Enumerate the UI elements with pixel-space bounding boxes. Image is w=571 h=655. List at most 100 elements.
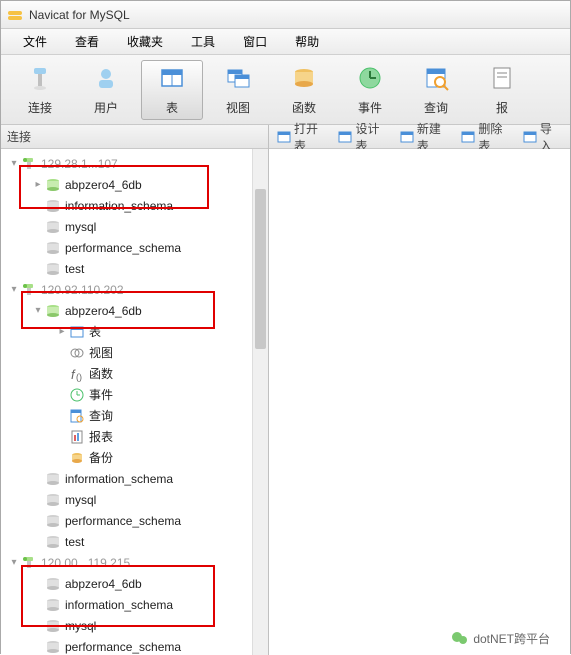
connection-icon [26, 64, 54, 95]
tree-node[interactable]: 查询 [3, 405, 268, 426]
db-green-icon [45, 177, 61, 193]
db-grey-icon [45, 576, 61, 592]
app-icon [7, 7, 23, 23]
tree-label: mysql [65, 493, 96, 507]
tree-node[interactable]: ▸ abpzero4_6db [3, 174, 268, 195]
window-title: Navicat for MySQL [29, 8, 130, 22]
tree-label: 报表 [89, 428, 113, 445]
db-grey-icon [45, 639, 61, 655]
db-grey-icon [45, 240, 61, 256]
toolbar-view-button[interactable]: 视图 [207, 60, 269, 120]
event-icon [356, 64, 384, 95]
tree-panel: ▾ 129.28.1...107 ▸ abpzero4_6db information_… [1, 149, 268, 655]
main-area [269, 149, 570, 655]
tree-label: abpzero4_6db [65, 577, 142, 591]
sidebar: 连接 ▾ 129.28.1...107 ▸ abpzero4_6db informati… [1, 125, 269, 655]
tree-label: 120.92.110.202 [41, 283, 124, 297]
main-panel: 打开表设计表新建表删除表导入 [269, 125, 570, 655]
tree-node[interactable]: 备份 [3, 447, 268, 468]
tree-label: 备份 [89, 449, 113, 466]
menu-item-4[interactable]: 窗口 [229, 29, 281, 54]
twisty-icon[interactable]: ▾ [7, 557, 21, 568]
tree-node[interactable]: information_schema [3, 195, 268, 216]
tree-label: 120.00...119.215 [41, 556, 130, 570]
tree-node[interactable]: 视图 [3, 342, 268, 363]
tree-node[interactable]: performance_schema [3, 636, 268, 655]
tree-node[interactable]: ▾abpzero4_6db [3, 300, 268, 321]
views-icon [69, 345, 85, 361]
tree-label: test [65, 262, 84, 276]
main-toolbar: 打开表设计表新建表删除表导入 [269, 125, 570, 149]
menu-item-2[interactable]: 收藏夹 [113, 29, 177, 54]
menu-item-3[interactable]: 工具 [177, 29, 229, 54]
tree-node[interactable]: ▾ 120.00...119.215 [3, 552, 268, 573]
db-grey-icon [45, 492, 61, 508]
toolbar-report-button[interactable]: 报 [471, 60, 533, 120]
main-toolbar-delete-table-button[interactable]: 删除表 [453, 126, 514, 148]
db-grey-icon [45, 597, 61, 613]
tree-node[interactable]: 报表 [3, 426, 268, 447]
main-toolbar-open-table-button[interactable]: 打开表 [269, 126, 330, 148]
tree-node[interactable]: information_schema [3, 594, 268, 615]
tree-node[interactable]: test [3, 531, 268, 552]
table-icon [158, 64, 186, 95]
db-grey-icon [45, 261, 61, 277]
design-table-icon [338, 130, 352, 144]
tree-label: abpzero4_6db [65, 178, 142, 192]
twisty-icon[interactable]: ▾ [7, 284, 21, 295]
tree-node[interactable]: mysql [3, 216, 268, 237]
toolbar-user-button[interactable]: 用户 [75, 60, 137, 120]
tree-label: mysql [65, 220, 96, 234]
toolbar-query-button[interactable]: 查询 [405, 60, 467, 120]
tree-node[interactable]: ▾ 120.92.110.202 [3, 279, 268, 300]
server-on-icon [21, 282, 37, 298]
toolbar: 连接用户 表视图函数事件 查询 报 [1, 55, 570, 125]
toolbar-function-button[interactable]: 函数 [273, 60, 335, 120]
twisty-icon[interactable]: ▾ [7, 158, 21, 169]
tree-label: 事件 [89, 386, 113, 403]
tree-node[interactable]: performance_schema [3, 510, 268, 531]
toolbar-connection-button[interactable]: 连接 [9, 60, 71, 120]
toolbar-label: 用户 [94, 99, 118, 116]
tree-node[interactable]: mysql [3, 615, 268, 636]
toolbar-table-button[interactable]: 表 [141, 60, 203, 120]
toolbar-event-button[interactable]: 事件 [339, 60, 401, 120]
tree-label: 129.28.1...107 [41, 157, 118, 171]
db-grey-icon [45, 219, 61, 235]
tree-label: mysql [65, 619, 96, 633]
tree-node[interactable]: ▸表 [3, 321, 268, 342]
twisty-icon[interactable]: ▸ [31, 179, 45, 190]
tree-label: performance_schema [65, 514, 181, 528]
twisty-icon[interactable]: ▸ [55, 326, 69, 337]
main-toolbar-new-table-button[interactable]: 新建表 [392, 126, 453, 148]
menu-item-0[interactable]: 文件 [9, 29, 61, 54]
titlebar: Navicat for MySQL [1, 1, 570, 29]
backup-icon [69, 450, 85, 466]
tree-label: test [65, 535, 84, 549]
db-green-icon [45, 303, 61, 319]
tree-node[interactable]: abpzero4_6db [3, 573, 268, 594]
tree-node[interactable]: ▾ 129.28.1...107 [3, 153, 268, 174]
tree-node[interactable]: f()函数 [3, 363, 268, 384]
menu-item-1[interactable]: 查看 [61, 29, 113, 54]
fn-icon: f() [69, 366, 85, 382]
main-toolbar-import-button[interactable]: 导入 [515, 126, 566, 148]
main-toolbar-design-table-button[interactable]: 设计表 [330, 126, 391, 148]
tree-node[interactable]: 事件 [3, 384, 268, 405]
query-icon [422, 64, 450, 95]
tree-node[interactable]: test [3, 258, 268, 279]
tree-node[interactable]: mysql [3, 489, 268, 510]
event-icon [69, 387, 85, 403]
twisty-icon[interactable]: ▾ [31, 305, 45, 316]
tree-label: 查询 [89, 407, 113, 424]
tree-label: 视图 [89, 344, 113, 361]
db-grey-icon [45, 534, 61, 550]
sidebar-header: 连接 [1, 125, 268, 149]
db-grey-icon [45, 198, 61, 214]
toolbar-label: 查询 [424, 99, 448, 116]
tree-node[interactable]: information_schema [3, 468, 268, 489]
toolbar-label: 事件 [358, 99, 382, 116]
tree-node[interactable]: performance_schema [3, 237, 268, 258]
tree-scrollbar[interactable] [252, 149, 268, 655]
menu-item-5[interactable]: 帮助 [281, 29, 333, 54]
